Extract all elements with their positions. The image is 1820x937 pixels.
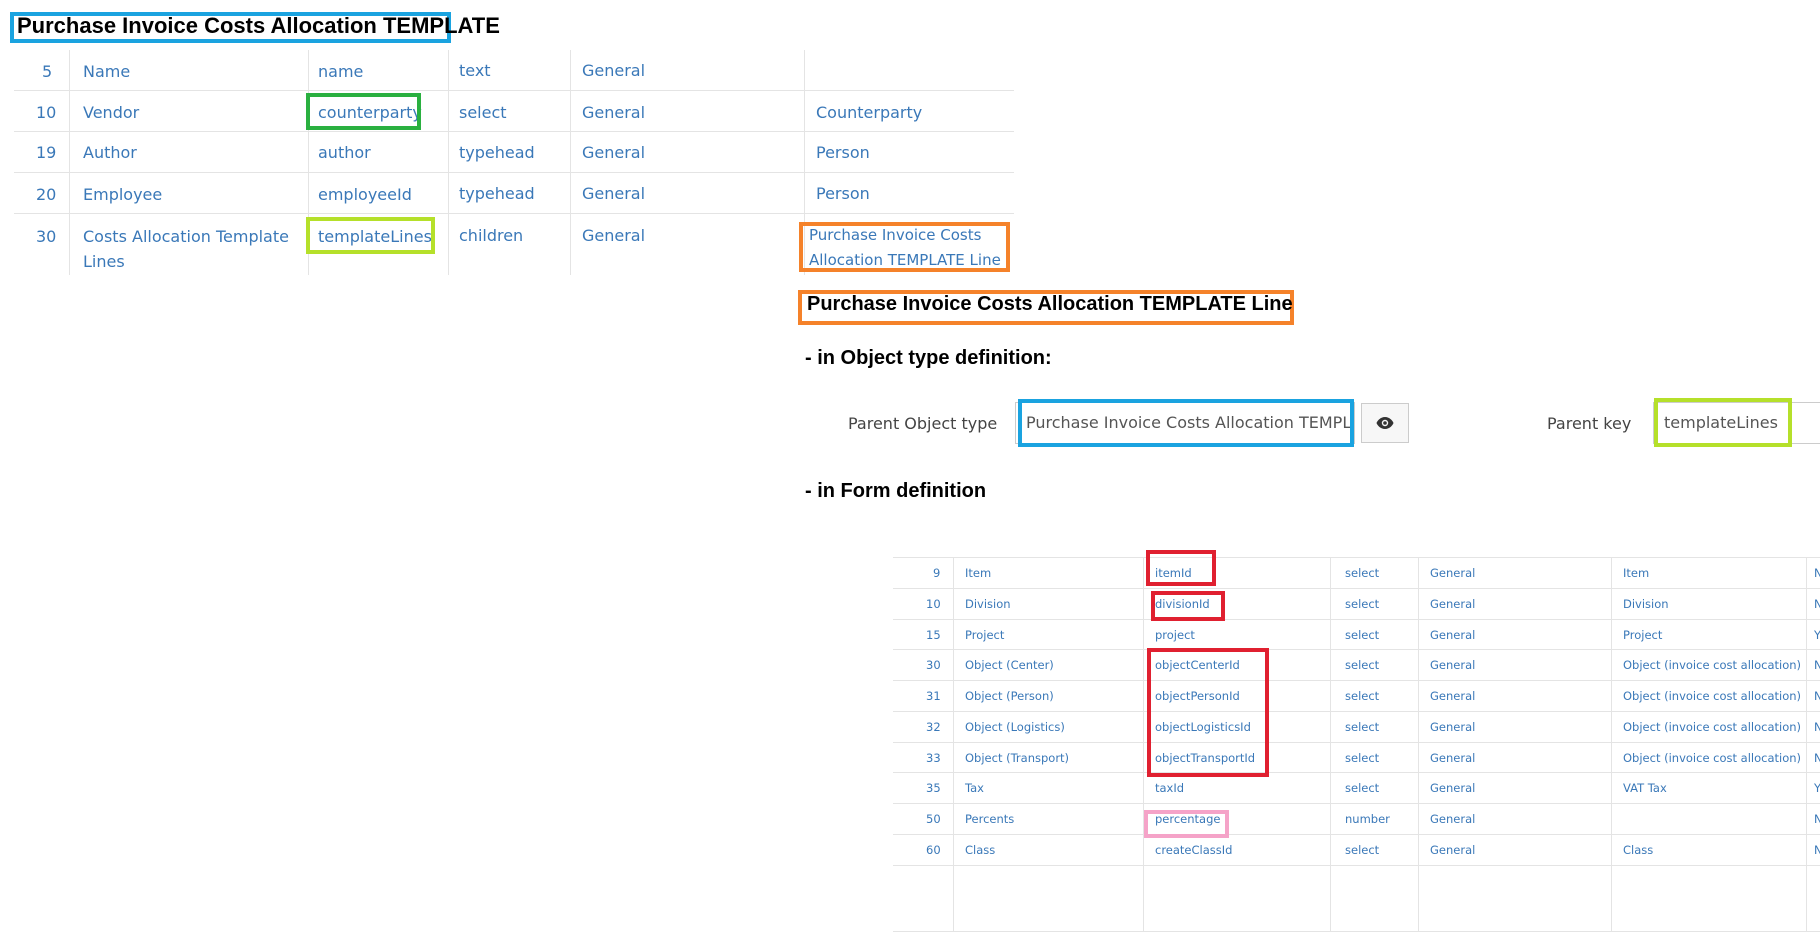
object-type-heading: - in Object type definition:: [805, 347, 1052, 369]
table-row[interactable]: 5 Name name text General: [14, 50, 1014, 91]
percentage-highlight: [1144, 810, 1229, 838]
table-row[interactable]: 19 Author author typehead General Person: [14, 132, 1014, 173]
table-row[interactable]: 20 Employee employeeId typehead General …: [14, 173, 1014, 214]
object-ids-highlight: [1147, 648, 1269, 777]
parent-key-highlight: [1654, 398, 1792, 447]
parent-key-label: Parent key: [1547, 414, 1632, 433]
parent-object-type-highlight: [1018, 399, 1354, 447]
line-header: Purchase Invoice Costs Allocation TEMPLA…: [807, 293, 1293, 315]
top-header: Purchase Invoice Costs Allocation TEMPLA…: [17, 13, 500, 38]
divisionid-highlight: [1151, 591, 1225, 621]
eye-icon: [1376, 417, 1394, 429]
counterparty-highlight: [306, 93, 421, 130]
table-row[interactable]: 10 Vendor counterparty select General Co…: [14, 91, 1014, 132]
parent-object-type-label: Parent Object type: [848, 414, 998, 433]
ref-line-highlight: [799, 222, 1010, 272]
form-heading: - in Form definition: [805, 480, 987, 502]
itemid-highlight: [1146, 550, 1216, 586]
view-button[interactable]: [1361, 403, 1409, 443]
form-fields-table: 9 Item itemId select General Item N 10 D…: [893, 557, 1820, 932]
templatelines-highlight: [306, 217, 435, 254]
